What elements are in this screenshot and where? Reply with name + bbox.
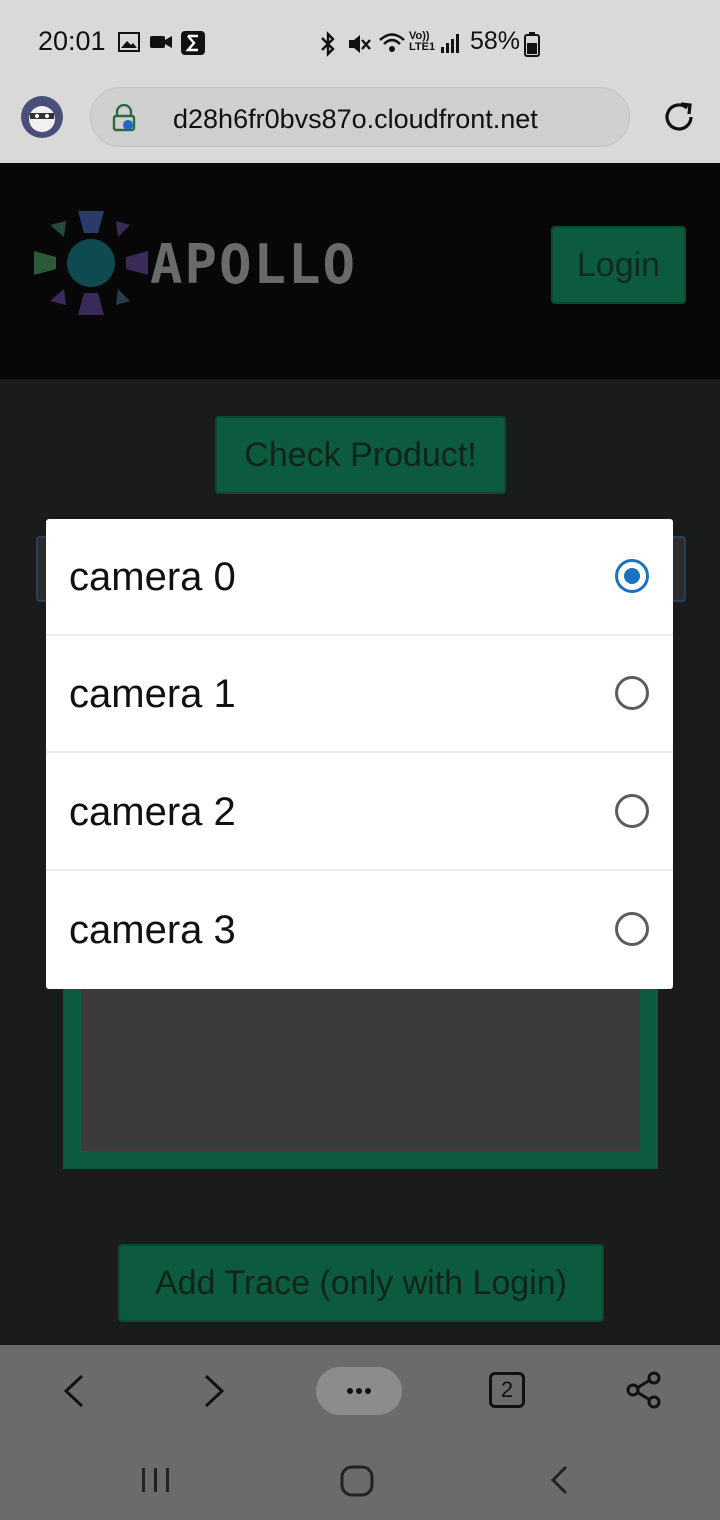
page-header: APOLLO Login	[0, 163, 720, 379]
camera-option-label: camera 1	[69, 672, 236, 716]
system-nav-bar	[0, 1436, 720, 1520]
status-bar: 20:01 Vo)) LTE1 58%	[0, 0, 720, 80]
login-button[interactable]: Login	[551, 226, 686, 304]
signal-icon	[441, 34, 459, 53]
mute-icon	[349, 35, 371, 53]
camera-option[interactable]: camera 2	[46, 754, 673, 871]
camera-view	[81, 963, 640, 1151]
tabs-button[interactable]: 2	[489, 1372, 525, 1408]
browser-toolbar: 2	[0, 1345, 720, 1436]
share-icon[interactable]	[625, 1371, 663, 1409]
volte-icon: Vo)) LTE1	[409, 30, 436, 53]
camera-option[interactable]: camera 3	[46, 872, 673, 989]
home-icon[interactable]	[340, 1465, 374, 1497]
forward-arrow-icon[interactable]	[200, 1372, 228, 1410]
camera-option[interactable]: camera 0	[46, 519, 673, 636]
sigma-icon	[181, 31, 205, 55]
url-field[interactable]: d28h6fr0bvs87o.cloudfront.net	[90, 87, 630, 147]
status-time: 20:01	[38, 26, 106, 56]
back-arrow-icon[interactable]	[60, 1372, 88, 1410]
camera-picker-dialog: camera 0 camera 1 camera 2 camera 3	[46, 519, 673, 989]
reload-icon[interactable]	[660, 98, 698, 136]
battery-icon	[524, 32, 540, 57]
check-product-button[interactable]: Check Product!	[215, 416, 506, 494]
camera-frame	[63, 963, 658, 1169]
camera-option-label: camera 2	[69, 790, 236, 834]
video-icon	[150, 36, 172, 48]
url-text: d28h6fr0bvs87o.cloudfront.net	[173, 104, 538, 134]
image-icon	[118, 32, 140, 52]
more-menu-button[interactable]	[316, 1367, 402, 1415]
lock-icon[interactable]	[111, 104, 137, 132]
more-dots-icon	[347, 1388, 371, 1394]
radio-selected-icon[interactable]	[615, 559, 649, 593]
camera-option-label: camera 0	[69, 555, 236, 599]
radio-unselected-icon[interactable]	[615, 794, 649, 828]
apollo-logo-icon	[34, 211, 148, 315]
brand-text: APOLLO	[150, 241, 357, 289]
battery-level: 58%	[470, 27, 521, 55]
browser-address-bar: d28h6fr0bvs87o.cloudfront.net	[0, 80, 720, 163]
radio-unselected-icon[interactable]	[615, 912, 649, 946]
recent-apps-icon[interactable]	[140, 1466, 172, 1494]
apollo-wordmark: APOLLO	[150, 241, 357, 289]
wifi-icon	[379, 33, 405, 52]
profile-avatar-icon[interactable]	[20, 95, 64, 139]
add-trace-button[interactable]: Add Trace (only with Login)	[118, 1244, 604, 1322]
bluetooth-icon	[321, 31, 335, 57]
camera-option[interactable]: camera 1	[46, 636, 673, 753]
back-nav-icon[interactable]	[548, 1464, 570, 1496]
radio-unselected-icon[interactable]	[615, 676, 649, 710]
camera-option-label: camera 3	[69, 908, 236, 952]
